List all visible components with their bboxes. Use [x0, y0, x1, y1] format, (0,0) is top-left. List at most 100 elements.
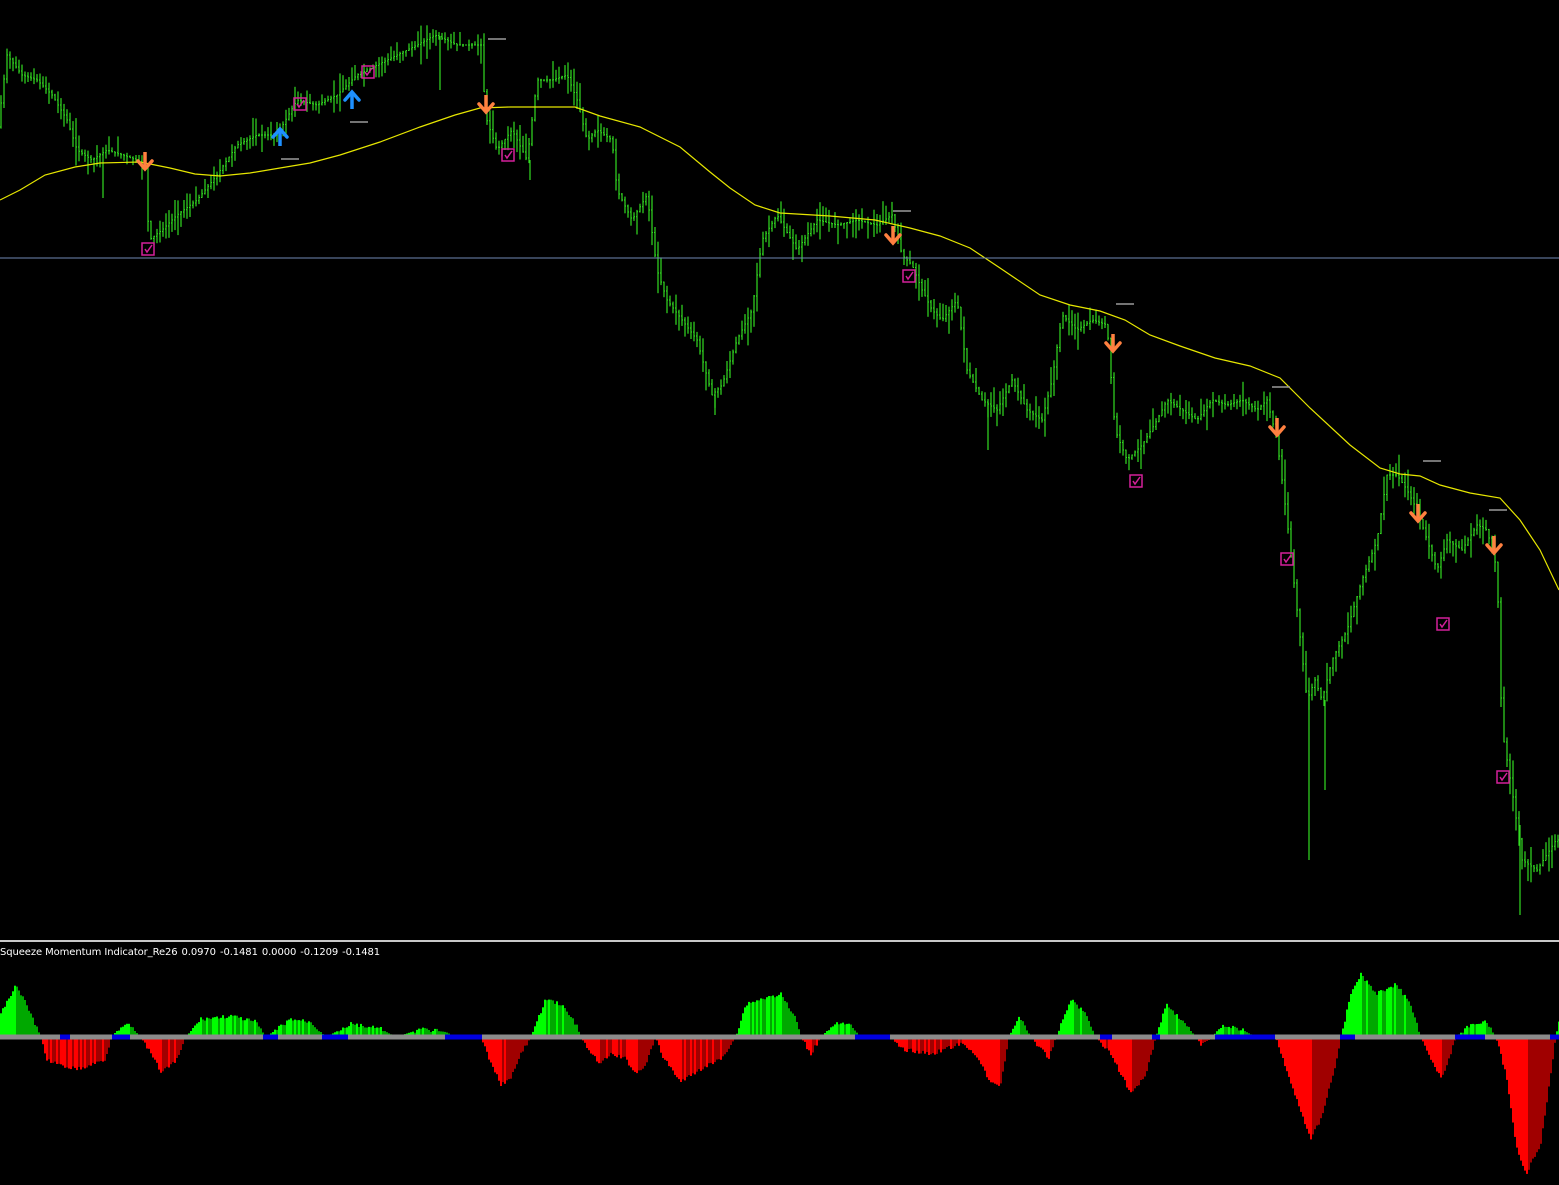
histogram-bar-negative: [1118, 1037, 1120, 1072]
histogram-bar-negative: [614, 1037, 616, 1056]
histogram-bar-negative: [722, 1037, 724, 1057]
histogram-bar-positive: [1348, 1001, 1350, 1037]
histogram-bar-positive: [544, 999, 546, 1037]
histogram-bar-positive: [760, 998, 762, 1037]
histogram-bar-negative: [986, 1037, 988, 1078]
histogram-bar-negative: [1124, 1037, 1126, 1081]
histogram-bar-positive: [766, 997, 768, 1037]
histogram-bar-positive: [742, 1013, 744, 1037]
histogram-bar-positive: [746, 1005, 748, 1037]
histogram-bar-positive: [238, 1017, 240, 1037]
histogram-bar-negative: [612, 1037, 614, 1055]
histogram-bar-positive: [780, 992, 782, 1037]
histogram-bar-positive: [762, 998, 764, 1037]
histogram-bar-negative: [1138, 1037, 1140, 1086]
histogram-bar-negative: [86, 1037, 88, 1068]
histogram-bar-positive: [1362, 976, 1364, 1037]
check-box-frame: [902, 269, 916, 283]
histogram-bar-negative: [98, 1037, 100, 1062]
histogram-bar-positive: [218, 1018, 220, 1037]
histogram-bar-negative: [626, 1037, 628, 1060]
histogram-bar-negative: [82, 1037, 84, 1068]
histogram-bar-positive: [1084, 1012, 1086, 1037]
histogram-bar-positive: [572, 1018, 574, 1037]
histogram-bar-positive: [248, 1018, 250, 1037]
histogram-bar-negative: [618, 1037, 620, 1055]
histogram-bar-negative: [674, 1037, 676, 1075]
histogram-bar-negative: [810, 1037, 812, 1056]
histogram-bar-positive: [1364, 981, 1366, 1037]
histogram-bar-negative: [1284, 1037, 1286, 1067]
histogram-bar-negative: [68, 1037, 70, 1069]
indicator-panel: [0, 972, 1559, 1174]
histogram-bar-positive: [1086, 1016, 1088, 1037]
histogram-bar-positive: [1080, 1007, 1082, 1037]
histogram-bar-positive: [20, 995, 22, 1037]
check-box-icon: [1129, 474, 1143, 488]
histogram-bar-positive: [542, 1007, 544, 1037]
histogram-bar-positive: [770, 996, 772, 1037]
histogram-bar-negative: [1000, 1037, 1002, 1084]
histogram-bar-negative: [1116, 1037, 1118, 1065]
histogram-bar-positive: [1406, 998, 1408, 1037]
histogram-bar-positive: [564, 1008, 566, 1037]
histogram-bar-negative: [1448, 1037, 1450, 1059]
histogram-bar-negative: [690, 1037, 692, 1076]
histogram-bar-negative: [56, 1037, 58, 1064]
histogram-bar-positive: [2, 1008, 4, 1037]
histogram-bar-positive: [240, 1017, 242, 1037]
histogram-bar-negative: [700, 1037, 702, 1071]
histogram-bar-positive: [294, 1019, 296, 1037]
histogram-bar-negative: [60, 1037, 62, 1065]
check-mark: [1499, 772, 1508, 782]
histogram-bar-negative: [682, 1037, 684, 1080]
histogram-bar-positive: [1062, 1019, 1064, 1037]
histogram-bar-positive: [788, 1008, 790, 1037]
histogram-bar-negative: [62, 1037, 64, 1066]
histogram-bar-positive: [1376, 994, 1378, 1037]
histogram-bar-negative: [680, 1037, 682, 1082]
histogram-bar-positive: [244, 1020, 246, 1037]
histogram-bar-negative: [494, 1037, 496, 1073]
histogram-bar-negative: [596, 1037, 598, 1062]
histogram-bar-positive: [1078, 1008, 1080, 1037]
histogram-bar-positive: [290, 1018, 292, 1037]
histogram-bar-negative: [164, 1037, 166, 1069]
histogram-bar-positive: [1372, 990, 1374, 1037]
histogram-bar-positive: [566, 1011, 568, 1037]
histogram-bar-negative: [928, 1037, 930, 1055]
histogram-bar-positive: [1392, 987, 1394, 1037]
histogram-bar-negative: [58, 1037, 60, 1064]
histogram-bar-negative: [100, 1037, 102, 1061]
histogram-bar-negative: [704, 1037, 706, 1067]
histogram-bar-negative: [594, 1037, 596, 1057]
histogram-bar-negative: [662, 1037, 664, 1058]
histogram-bar-negative: [1522, 1037, 1524, 1166]
histogram-bar-positive: [554, 1003, 556, 1037]
histogram-bar-positive: [1378, 990, 1380, 1037]
histogram-bar-positive: [228, 1016, 230, 1037]
histogram-bar-negative: [1150, 1037, 1152, 1055]
histogram-bar-negative: [720, 1037, 722, 1060]
histogram-bar-negative: [1146, 1037, 1148, 1072]
histogram-bar-positive: [28, 1010, 30, 1037]
histogram-bar-positive: [220, 1017, 222, 1037]
histogram-bar-positive: [1076, 1004, 1078, 1037]
histogram-bar-negative: [48, 1037, 50, 1060]
histogram-bar-negative: [646, 1037, 648, 1063]
histogram-bar-positive: [210, 1018, 212, 1037]
histogram-bar-positive: [1066, 1010, 1068, 1037]
histogram-bar-negative: [1330, 1037, 1332, 1083]
histogram-bar-negative: [1534, 1037, 1536, 1157]
histogram-bar-negative: [1314, 1037, 1316, 1130]
histogram-bar-negative: [1502, 1037, 1504, 1065]
histogram-bar-negative: [90, 1037, 92, 1066]
histogram-bar-positive: [298, 1020, 300, 1037]
histogram-bar-positive: [546, 1000, 548, 1037]
histogram-bar-positive: [288, 1019, 290, 1037]
histogram-bar-negative: [1524, 1037, 1526, 1171]
histogram-bar-positive: [30, 1013, 32, 1037]
histogram-bar-negative: [1510, 1037, 1512, 1109]
histogram-bar-negative: [930, 1037, 932, 1055]
histogram-bar-negative: [154, 1037, 156, 1060]
